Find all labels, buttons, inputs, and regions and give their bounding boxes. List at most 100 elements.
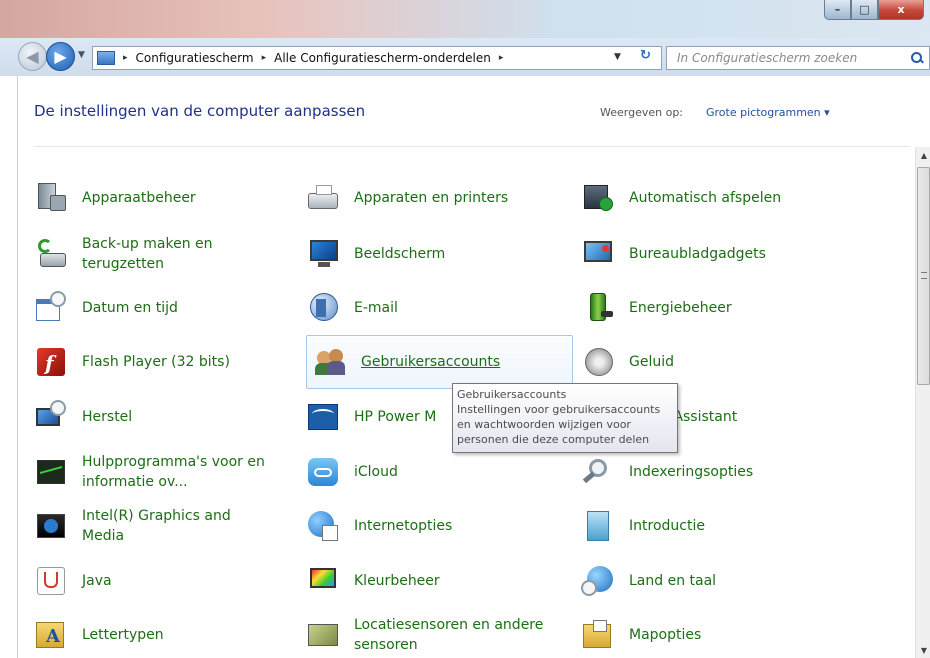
title-bar: – □ x [0,0,930,38]
item-icloud[interactable]: iCloud [306,450,398,494]
breadcrumb-arrow-icon[interactable]: ▸ [499,53,504,63]
speaker-icon [581,345,615,379]
item-label: Flash Player (32 bits) [82,354,230,370]
tooltip-line: personen die deze computer delen [457,433,650,446]
item-bureaubladgadgets[interactable]: Bureaubladgadgets [581,232,766,276]
close-button[interactable]: x [878,0,924,20]
scroll-up-button[interactable]: ▲ [916,147,930,163]
breadcrumb-control-panel[interactable]: Configuratiescherm [136,51,254,65]
item-locatiesensoren[interactable]: Locatiesensoren en andere sensoren [306,613,574,657]
item-land-en-taal[interactable]: Land en taal [581,559,716,603]
item-geluid[interactable]: Geluid [581,340,674,384]
maximize-button[interactable]: □ [851,0,878,20]
item-flash-player[interactable]: f Flash Player (32 bits) [34,340,230,384]
mail-icon [306,291,340,325]
item-label: Locatiesensoren en andere sensoren [354,617,544,653]
item-label: Intel(R) Graphics and Media [82,508,231,544]
globe-icon [306,509,340,543]
item-internetopties[interactable]: Internetopties [306,504,452,548]
view-by-label: Weergeven op: [600,106,684,119]
item-label: Introductie [629,518,705,534]
intel-icon [34,509,68,543]
item-label: Hulpprogramma's voor en informatie ov... [82,454,265,490]
item-label: Herstel [82,409,133,425]
item-datum-en-tijd[interactable]: Datum en tijd [34,286,178,330]
item-label: HP Power M [354,409,437,425]
item-label: Back-up maken en terugzetten [82,236,213,272]
divider [34,146,910,147]
item-beeldscherm[interactable]: Beeldscherm [306,232,445,276]
item-label: Bureaubladgadgets [629,246,766,262]
breadcrumb-arrow-icon[interactable]: ▸ [123,53,128,63]
breadcrumb-all-items[interactable]: Alle Configuratiescherm-onderdelen [274,51,491,65]
recent-pages-dropdown[interactable]: ▼ [78,50,85,60]
item-label: Beeldscherm [354,246,446,262]
item-back-up[interactable]: Back-up maken en terugzetten [34,232,242,276]
tooltip-line: en wachtwoorden wijzigen voor [457,418,631,431]
tooltip-line: Instellingen voor gebruikersaccounts [457,403,661,416]
item-e-mail[interactable]: E-mail [306,286,398,330]
item-intel-graphics[interactable]: Intel(R) Graphics and Media [34,504,262,548]
item-lettertypen[interactable]: A Lettertypen [34,613,164,657]
item-introductie[interactable]: Introductie [581,504,705,548]
location-icon [306,618,340,652]
item-indexeringsopties[interactable]: Indexeringsopties [581,450,753,494]
item-label: E-mail [354,300,398,316]
minimize-button[interactable]: – [824,0,851,20]
item-herstel[interactable]: Herstel [34,395,132,439]
content-header: De instellingen van de computer aanpasse… [18,76,914,148]
search-input[interactable]: In Configuratiescherm zoeken [666,46,930,70]
magnifier-icon [581,455,615,489]
item-apparaten-en-printers[interactable]: Apparaten en printers [306,176,508,220]
item-label: Internetopties [354,518,453,534]
item-apparaatbeheer[interactable]: Apparaatbeheer [34,176,196,220]
tooltip: Gebruikersaccounts Instellingen voor geb… [452,383,678,453]
flash-icon: f [34,345,68,379]
item-label: iCloud [354,464,398,480]
item-label: Datum en tijd [82,300,178,316]
item-label: Lettertypen [82,627,164,643]
device-manager-icon [34,181,68,215]
item-energiebeheer[interactable]: Energiebeheer [581,286,732,330]
color-icon [306,564,340,598]
printer-icon [306,181,340,215]
item-label: Apparaatbeheer [82,190,196,206]
window-controls: – □ x [824,0,924,20]
page-title: De instellingen van de computer aanpasse… [34,102,366,120]
item-kleurbeheer[interactable]: Kleurbeheer [306,559,440,603]
item-label: Mapopties [629,627,702,643]
battery-icon [581,291,615,325]
forward-button[interactable]: ▶ [46,42,75,71]
item-label: Gebruikersaccounts [361,354,501,370]
refresh-button[interactable]: ↻ [640,48,651,63]
search-icon[interactable] [911,52,923,64]
getting-started-icon [581,509,615,543]
monitor-icon [306,237,340,271]
item-java[interactable]: Java [34,559,112,603]
fonts-icon: A [34,618,68,652]
folder-options-icon [581,618,615,652]
scroll-down-button[interactable]: ▼ [916,642,930,658]
content-pane: De instellingen van de computer aanpasse… [17,76,930,658]
item-hp-power[interactable]: HP Power M [306,395,436,439]
item-hulpprogrammas[interactable]: Hulpprogramma's voor en informatie ov... [34,450,292,494]
item-label: Energiebeheer [629,300,732,316]
vertical-scrollbar[interactable]: ▲ ▼ [915,147,930,658]
address-history-dropdown[interactable]: ▼ [614,52,621,62]
item-gebruikersaccounts[interactable]: Gebruikersaccounts [306,335,573,389]
view-by-dropdown[interactable]: Grote pictogrammen [706,106,830,119]
calendar-clock-icon [34,291,68,325]
search-placeholder: In Configuratiescherm zoeken [677,51,858,65]
performance-icon [34,455,68,489]
tooltip-title: Gebruikersaccounts [457,388,567,401]
item-mapopties[interactable]: Mapopties [581,613,701,657]
recovery-icon [34,400,68,434]
item-label: Kleurbeheer [354,573,440,589]
address-bar[interactable]: ▸ Configuratiescherm ▸ Alle Configuratie… [92,46,662,70]
back-button[interactable]: ◀ [18,42,47,71]
item-label: Geluid [629,354,675,370]
scroll-thumb[interactable] [917,167,930,385]
item-label: Apparaten en printers [354,190,509,206]
breadcrumb-arrow-icon[interactable]: ▸ [262,53,267,63]
item-automatisch-afspelen[interactable]: Automatisch afspelen [581,176,781,220]
